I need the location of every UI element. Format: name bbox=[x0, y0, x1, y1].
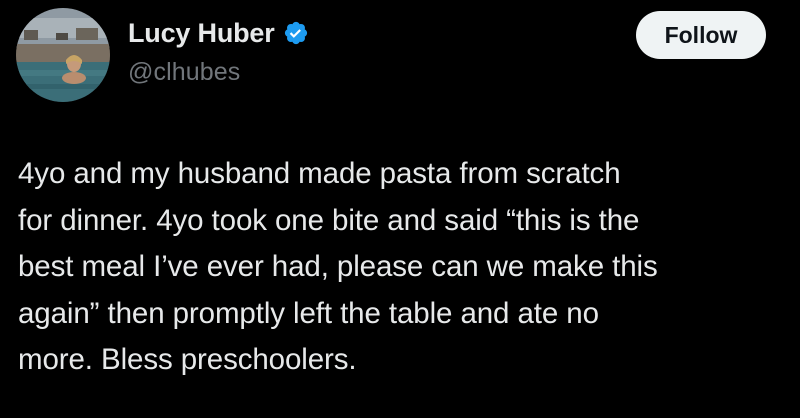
avatar[interactable] bbox=[16, 8, 110, 102]
tweet-text-line: more. Bless preschoolers. bbox=[18, 343, 357, 376]
verified-badge-icon bbox=[283, 20, 309, 46]
tweet-card: Lucy Huber @clhubes Follow 4yo and my hu… bbox=[0, 0, 800, 418]
tweet-text-line: 4yo and my husband made pasta from scrat… bbox=[18, 157, 621, 190]
display-name[interactable]: Lucy Huber bbox=[128, 18, 275, 49]
tweet-text-line: best meal I’ve ever had, please can we m… bbox=[18, 250, 658, 283]
author-handle[interactable]: @clhubes bbox=[128, 58, 240, 87]
tweet-text: 4yo and my husband made pasta from scrat… bbox=[18, 151, 788, 384]
tweet-text-line: again” then promptly left the table and … bbox=[18, 296, 599, 330]
author-name-row: Lucy Huber bbox=[128, 16, 309, 50]
tweet-text-line: for dinner. 4yo took one bite and said “… bbox=[18, 203, 640, 237]
avatar-photo bbox=[16, 8, 110, 102]
follow-button[interactable]: Follow bbox=[636, 11, 766, 59]
